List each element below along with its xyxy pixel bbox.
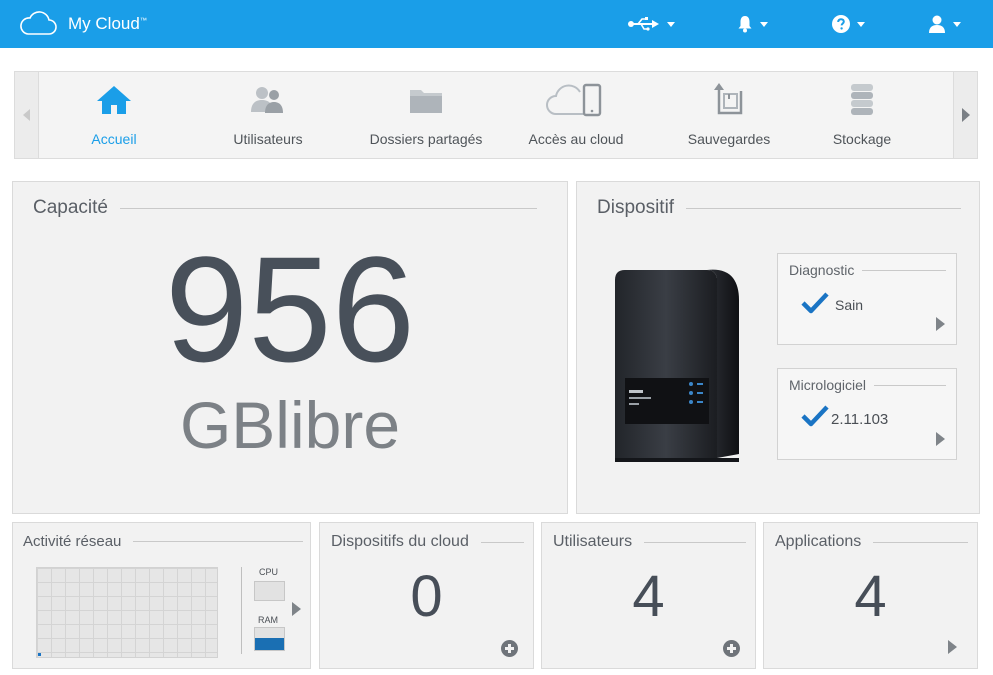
add-cloud-device-button[interactable] <box>501 640 518 657</box>
ram-meter-fill <box>255 638 284 650</box>
applications-card: Applications 4 <box>763 522 978 669</box>
nav-item-stockage[interactable]: Stockage <box>807 72 917 158</box>
applications-count: 4 <box>854 564 887 629</box>
cloud-device-icon <box>546 83 602 117</box>
folder-icon <box>410 90 442 113</box>
user-icon <box>929 15 945 33</box>
chevron-right-icon[interactable] <box>936 432 945 446</box>
capacity-value: 956 <box>164 225 416 393</box>
add-user-button[interactable] <box>723 640 740 657</box>
ram-label: RAM <box>258 615 278 625</box>
firmware-version-text: 2.11.103 <box>831 411 889 428</box>
nav-scroll-right-button[interactable] <box>953 72 977 158</box>
device-panel: Dispositif Diagnostic Sain Micrologiciel… <box>576 181 980 514</box>
help-button[interactable] <box>832 8 865 40</box>
user-menu-button[interactable] <box>928 8 961 40</box>
capacity-title: Capacité <box>33 197 537 219</box>
chevron-left-icon <box>23 109 30 121</box>
usb-icon <box>628 17 659 31</box>
check-icon <box>801 292 829 314</box>
nav-item-accueil[interactable]: Accueil <box>59 72 169 158</box>
nav-item-acces-cloud[interactable]: Accès au cloud <box>511 72 641 158</box>
diagnostic-status-text: Sain <box>835 297 864 313</box>
users-count: 4 <box>632 564 665 629</box>
home-icon <box>97 86 131 114</box>
cpu-meter <box>254 581 285 601</box>
cloud-logo-icon <box>20 11 57 35</box>
firmware-status: 2.11.103 <box>801 403 888 428</box>
diagnostic-status: Sain <box>801 292 863 314</box>
main-nav: Accueil Utilisateurs Dossiers partagés A… <box>14 71 978 159</box>
users-card: Utilisateurs 4 <box>541 522 756 669</box>
cloud-devices-card: Dispositifs du cloud 0 <box>319 522 534 669</box>
users-title: Utilisateurs <box>553 533 746 551</box>
capacity-unit: GBlibre <box>179 388 401 462</box>
firmware-card[interactable]: Micrologiciel 2.11.103 <box>777 368 957 460</box>
graph-point <box>38 653 41 656</box>
usb-menu-button[interactable] <box>628 8 675 40</box>
nav-item-label: Utilisateurs <box>233 131 303 147</box>
bell-icon <box>738 16 752 33</box>
nav-item-dossiers[interactable]: Dossiers partagés <box>351 72 501 158</box>
diagnostic-card[interactable]: Diagnostic Sain <box>777 253 957 345</box>
chevron-right-icon[interactable] <box>292 602 301 616</box>
network-activity-card: Activité réseau CPU RAM <box>12 522 311 669</box>
storage-icon <box>851 84 873 115</box>
chevron-right-icon[interactable] <box>948 640 957 654</box>
applications-title: Applications <box>775 533 968 551</box>
backup-icon <box>714 83 743 115</box>
capacity-panel: Capacité 956 GBlibre <box>12 181 568 514</box>
ram-meter <box>254 627 285 651</box>
brand[interactable]: My Cloud™ <box>18 11 147 37</box>
nav-item-sauvegardes[interactable]: Sauvegardes <box>669 72 789 158</box>
nav-item-label: Dossiers partagés <box>369 131 483 147</box>
app-title: My Cloud™ <box>68 14 147 33</box>
firmware-title: Micrologiciel <box>789 377 946 393</box>
chevron-right-icon[interactable] <box>936 317 945 331</box>
cloud-devices-title: Dispositifs du cloud <box>331 533 524 551</box>
network-activity-graph <box>36 567 218 658</box>
chevron-down-icon <box>857 21 865 27</box>
nav-scroll-left-button[interactable] <box>15 72 39 158</box>
divider <box>241 567 242 654</box>
chevron-down-icon <box>760 21 768 27</box>
nav-item-label: Sauvegardes <box>687 131 771 147</box>
help-icon <box>832 15 850 33</box>
check-icon <box>801 404 829 426</box>
network-activity-title: Activité réseau <box>23 533 303 550</box>
nas-device-image <box>615 269 739 462</box>
nav-item-label: Stockage <box>832 131 892 147</box>
cloud-devices-count: 0 <box>410 564 443 629</box>
chevron-down-icon <box>953 21 961 27</box>
device-title: Dispositif <box>597 197 961 219</box>
nav-item-label: Accueil <box>91 131 137 147</box>
chevron-right-icon <box>961 108 970 122</box>
chevron-down-icon <box>667 21 675 27</box>
cpu-label: CPU <box>259 567 279 577</box>
nav-item-utilisateurs[interactable]: Utilisateurs <box>208 72 328 158</box>
notifications-button[interactable] <box>737 8 768 40</box>
nav-item-label: Accès au cloud <box>528 131 624 147</box>
top-bar: My Cloud™ <box>0 0 993 48</box>
users-icon <box>251 87 283 113</box>
diagnostic-title: Diagnostic <box>789 262 946 278</box>
